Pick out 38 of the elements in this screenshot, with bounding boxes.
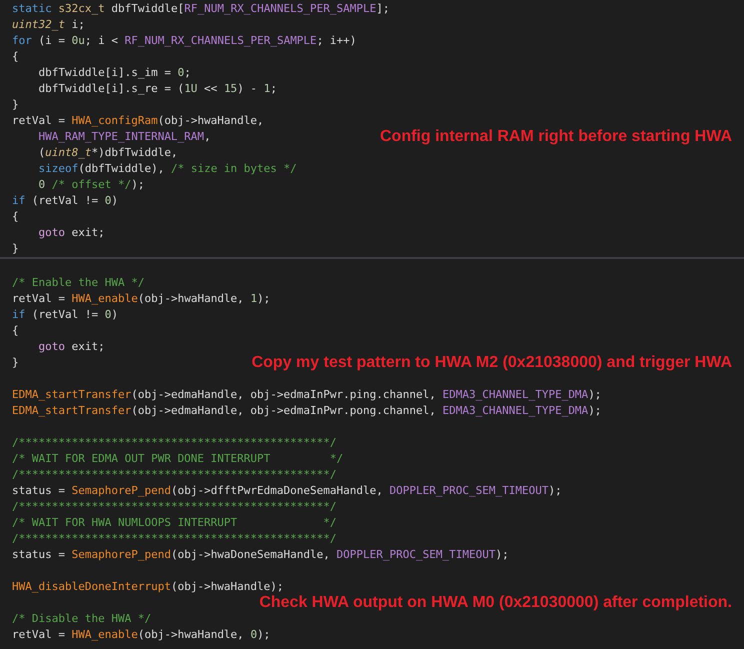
code-line: retVal = HWA_configRam(obj->hwaHandle, — [12, 113, 264, 129]
code-line: EDMA_startTransfer(obj->edmaHandle, obj->edmaInPwr.ping.channel, EDMA3_CHANNEL_TYPE_DMA); — [12, 387, 602, 403]
code-line: status = SemaphoreP_pend(obj->hwaDoneSemaHandle, DOPPLER_PROC_SEM_TIMEOUT); — [12, 547, 509, 563]
code-line: (uint8_t*)dbfTwiddle, — [37, 145, 178, 161]
code-line: goto exit; — [37, 225, 105, 241]
code-line: { — [12, 49, 19, 65]
code-line: HWA_disableDoneInterrupt(obj->hwaHandle); — [12, 579, 284, 595]
code-line: EDMA_startTransfer(obj->edmaHandle, obj->edmaInPwr.pong.channel, EDMA3_CHANNEL_TYPE_DMA); — [12, 403, 602, 419]
code-line: /* Enable the HWA */ — [12, 275, 144, 291]
code-line: status = SemaphoreP_pend(obj->dfftPwrEdmaDoneSemaHandle, DOPPLER_PROC_SEM_TIMEOUT); — [12, 483, 562, 499]
code-line: sizeof(dbfTwiddle), /* size in bytes */ — [37, 161, 297, 177]
code-line: /***********************************************/ — [12, 435, 337, 451]
code-line: goto exit; — [37, 339, 105, 355]
code-line: { — [12, 323, 19, 339]
code-line: /* WAIT FOR HWA NUMLOOPS INTERRUPT */ — [12, 515, 337, 531]
code-line: /* WAIT FOR EDMA OUT PWR DONE INTERRUPT */ — [12, 451, 344, 467]
code-line: HWA_RAM_TYPE_INTERNAL_RAM, — [37, 129, 211, 145]
code-line: 0 /* offset */); — [37, 177, 144, 193]
code-line: } — [12, 355, 19, 371]
annotation-text: Copy my test pattern to HWA M2 (0x21038000) and trigger HWA — [252, 355, 732, 371]
code-line: /***********************************************/ — [12, 531, 337, 547]
annotation-text: Config internal RAM right before starting HWA — [380, 129, 732, 145]
code-line: if (retVal != 0) — [12, 193, 118, 209]
code-line: static s32cx_t dbfTwiddle[RF_NUM_RX_CHANNELS_PER_SAMPLE]; — [12, 1, 390, 17]
code-line: retVal = HWA_enable(obj->hwaHandle, 1); — [12, 291, 270, 307]
code-line: dbfTwiddle[i].s_re = (1U << 15) - 1; — [37, 81, 277, 97]
annotation-text: Check HWA output on HWA M0 (0x21030000) after completion. — [259, 595, 732, 611]
code-line: retVal = HWA_enable(obj->hwaHandle, 0); — [12, 627, 270, 643]
code-line: } — [12, 241, 19, 257]
code-line: for (i = 0u; i < RF_NUM_RX_CHANNELS_PER_SAMPLE; i++) — [12, 33, 356, 49]
code-line: /***********************************************/ — [12, 499, 337, 515]
code-line: dbfTwiddle[i].s_im = 0; — [37, 65, 191, 81]
code-line: } — [12, 97, 19, 113]
code-line: /***********************************************/ — [12, 467, 337, 483]
code-line: uint32_t i; — [12, 17, 85, 33]
code-line: if (retVal != 0) — [12, 307, 118, 323]
code-line: { — [12, 209, 19, 225]
code-line: /* Disable the HWA */ — [12, 611, 152, 627]
